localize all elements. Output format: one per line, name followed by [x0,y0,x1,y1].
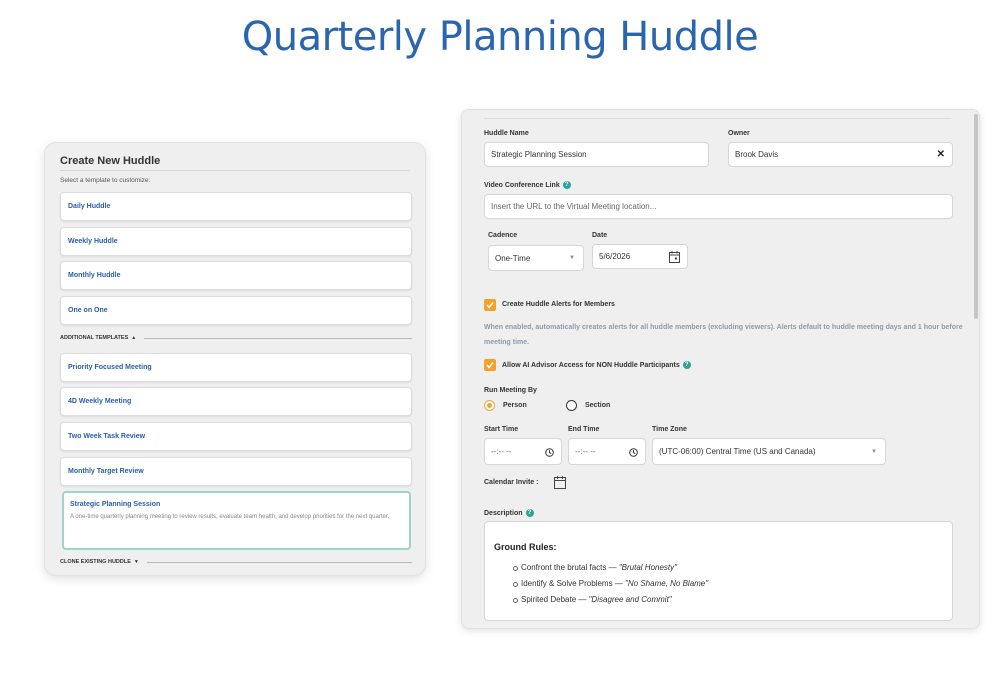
template-one-on-one[interactable]: One on One [60,296,412,325]
run-by-section-label: Section [585,402,611,409]
divider [60,170,410,171]
template-name: Strategic Planning Session [70,501,161,508]
create-huddle-panel: Create New Huddle Select a template to c… [44,142,426,576]
start-time-label: Start Time [484,426,519,433]
owner-value: Brook Davis [735,150,779,159]
chevron-down-icon: ▼ [133,559,139,565]
help-icon[interactable]: ? [562,181,571,189]
description-list-item: Spirited Debate — "Disagree and Commit" [513,595,672,604]
start-time-value: --:-- -- [491,447,512,456]
description-label-text: Description [484,509,523,517]
clone-existing-label: CLONE EXISTING HUDDLE [60,559,131,565]
page-title: Quarterly Planning Huddle [241,14,759,60]
list-item-quote: "Disagree and Commit" [588,595,672,604]
description-editor[interactable]: Ground Rules: Confront the brutal facts … [484,521,953,621]
divider [484,118,951,119]
calendar-invite-label: Calendar Invite : [484,479,539,486]
list-item-text: Identify & Solve Problems — [521,579,626,588]
description-list-item: Confront the brutal facts — "Brutal Hone… [513,563,677,572]
template-monthly-target-review[interactable]: Monthly Target Review [60,457,412,486]
template-monthly-huddle[interactable]: Monthly Huddle [60,261,412,290]
calendar-icon[interactable] [554,476,566,489]
huddle-form-panel: Huddle Name Strategic Planning Session O… [461,109,980,629]
run-by-section-radio[interactable] [566,400,577,411]
owner-input[interactable]: Brook Davis ✕ [728,142,953,167]
run-by-person-radio[interactable] [484,400,495,411]
end-time-value: --:-- -- [575,447,596,456]
help-icon[interactable]: ? [525,509,534,517]
date-label: Date [592,232,608,239]
timezone-label: Time Zone [652,426,687,433]
run-by-label: Run Meeting By [484,387,537,394]
huddle-name-label: Huddle Name [484,130,529,137]
end-time-label: End Time [568,426,600,433]
cadence-label: Cadence [488,232,518,239]
video-link-input[interactable]: Insert the URL to the Virtual Meeting lo… [484,194,953,219]
divider [144,337,412,339]
alerts-note: When enabled, automatically creates aler… [484,324,963,346]
list-item-text: Confront the brutal facts — [521,563,619,572]
scrollbar[interactable] [974,114,978,319]
clear-icon[interactable]: ✕ [937,149,945,160]
ai-advisor-checkbox[interactable] [484,359,496,371]
chevron-up-icon: ▲ [131,335,137,341]
divider [146,561,412,563]
description-label: Description? [484,509,534,517]
template-two-week-task-review[interactable]: Two Week Task Review [60,422,412,451]
timezone-value: (UTC-06:00) Central Time (US and Canada) [659,447,816,456]
alerts-label: Create Huddle Alerts for Members [502,301,615,308]
video-link-placeholder: Insert the URL to the Virtual Meeting lo… [491,202,657,211]
check-icon [486,362,494,369]
cadence-value: One-Time [495,253,531,263]
template-4d-weekly-meeting[interactable]: 4D Weekly Meeting [60,387,412,416]
template-priority-focused-meeting[interactable]: Priority Focused Meeting [60,353,412,382]
template-daily-huddle[interactable]: Daily Huddle [60,192,412,221]
panel-title: Create New Huddle [60,155,161,167]
template-description: A one-time quarterly planning meeting to… [70,514,390,520]
template-strategic-planning-session[interactable]: Strategic Planning Session A one-time qu… [62,491,411,550]
list-item-text: Spirited Debate — [521,595,589,604]
video-link-label-text: Video Conference Link [484,181,560,189]
huddle-name-input[interactable]: Strategic Planning Session [484,142,709,167]
template-hint: Select a template to customize: [60,177,151,184]
template-weekly-huddle[interactable]: Weekly Huddle [60,227,412,256]
ai-advisor-label: Allow AI Advisor Access for NON Huddle P… [502,361,691,369]
date-input[interactable]: 5/6/2026 [592,244,688,269]
calendar-icon[interactable] [669,251,680,263]
end-time-input[interactable]: --:-- -- [568,438,646,465]
cadence-select[interactable]: One-Time ▼ [488,245,584,271]
date-value: 5/6/2026 [599,252,631,261]
timezone-select[interactable]: (UTC-06:00) Central Time (US and Canada)… [652,438,886,465]
additional-templates-toggle[interactable]: ADDITIONAL TEMPLATES ▲ [60,333,412,343]
start-time-input[interactable]: --:-- -- [484,438,562,465]
clock-icon[interactable] [545,448,554,457]
huddle-name-value: Strategic Planning Session [491,150,587,159]
list-item-quote: "No Shame, No Blame" [625,579,709,588]
caret-down-icon: ▼ [569,255,575,261]
check-icon [486,302,494,309]
ai-advisor-label-text: Allow AI Advisor Access for NON Huddle P… [502,361,680,369]
description-heading: Ground Rules: [494,542,557,552]
description-list-item: Identify & Solve Problems — "No Shame, N… [512,579,709,588]
caret-down-icon: ▼ [871,449,877,455]
owner-label: Owner [728,130,750,137]
clone-existing-toggle[interactable]: CLONE EXISTING HUDDLE ▼ [60,557,412,567]
alerts-checkbox[interactable] [484,299,496,311]
additional-templates-label: ADDITIONAL TEMPLATES [60,335,129,341]
run-by-person-label: Person [503,402,527,409]
clock-icon[interactable] [629,448,638,457]
list-item-quote: "Brutal Honesty" [618,563,677,572]
video-link-label: Video Conference Link? [484,181,571,189]
help-icon[interactable]: ? [682,361,691,369]
